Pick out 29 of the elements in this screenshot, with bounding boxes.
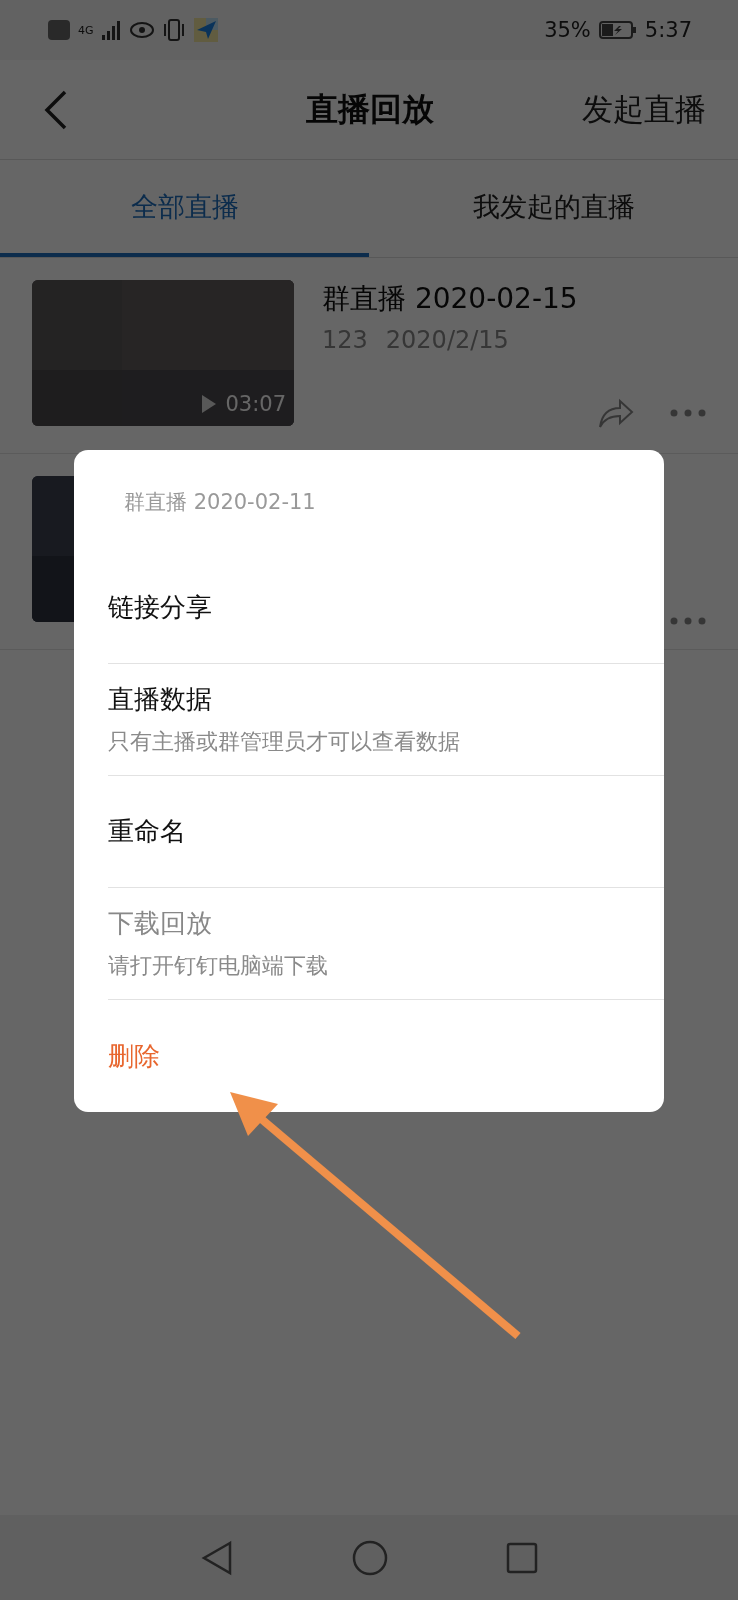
- menu-option[interactable]: 链接分享: [108, 552, 664, 664]
- recording-title: 群直播 2020-02-15: [322, 281, 579, 317]
- network-label: 4G: [78, 23, 94, 37]
- time-label: 5:37: [644, 18, 692, 42]
- page-title: 直播回放: [306, 88, 434, 130]
- battery-percent: 35%: [544, 18, 591, 42]
- more-icon[interactable]: [670, 617, 706, 625]
- app-icon: [193, 18, 218, 42]
- menu-option[interactable]: 删除: [108, 1000, 664, 1112]
- vibrate-icon: [161, 19, 186, 41]
- duration-label: 03:07: [225, 392, 286, 416]
- back-nav-icon[interactable]: [200, 1539, 234, 1576]
- eye-icon: [129, 22, 154, 38]
- menu-option: 下载回放 请打开钉钉电脑端下载: [108, 888, 664, 1000]
- recents-nav-icon[interactable]: [506, 1541, 538, 1574]
- signal-icon: [101, 20, 122, 40]
- hd-icon: [48, 20, 70, 40]
- tab[interactable]: 我发起的直播: [369, 160, 738, 257]
- menu-option[interactable]: 重命名: [108, 776, 664, 888]
- start-live-button[interactable]: 发起直播: [582, 88, 706, 131]
- home-nav-icon[interactable]: [352, 1539, 388, 1576]
- battery-icon: [598, 20, 637, 40]
- play-icon: [201, 394, 218, 414]
- back-icon[interactable]: [44, 89, 68, 130]
- more-icon[interactable]: [670, 409, 706, 417]
- dialog-title: 群直播 2020-02-11: [124, 490, 316, 514]
- tab[interactable]: 全部直播: [0, 160, 369, 257]
- menu-option[interactable]: 直播数据 只有主播或群管理员才可以查看数据: [108, 664, 664, 776]
- share-icon[interactable]: [598, 397, 634, 429]
